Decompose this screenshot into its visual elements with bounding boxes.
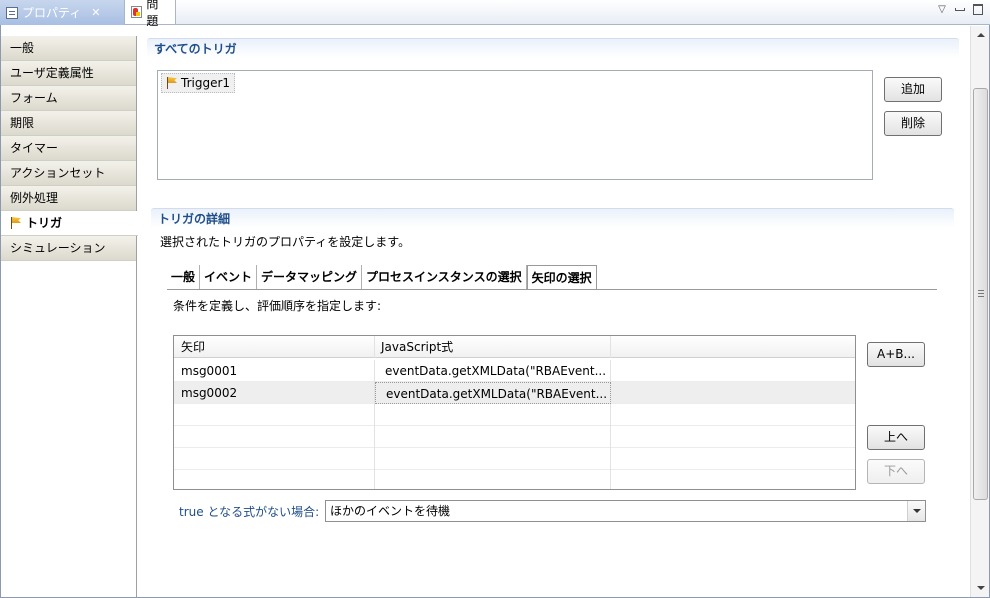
tab-underline [167,289,937,290]
sidebar-item-timer[interactable]: タイマー [1,136,136,161]
table-row-empty [174,404,855,426]
table-row[interactable]: msg0001 eventData.getXMLData("RBAEvent..… [174,360,855,382]
table-row[interactable]: msg0002 eventData.getXMLData("RBAEvent..… [174,382,855,404]
table-row-empty [174,426,855,448]
sidebar-item-label: トリガ [26,216,63,230]
detail-tabs: 一般 イベント データマッピング プロセスインスタンスの選択 矢印の選択 [167,265,597,290]
tab-properties[interactable]: プロパティ ✕ [0,0,125,25]
flag-icon [165,76,179,90]
table-row-empty [174,470,855,489]
minimize-icon[interactable] [954,3,966,15]
add-button[interactable]: 追加 [884,77,942,102]
no-true-expression-select[interactable]: ほかのイベントを待機 [325,500,926,522]
move-down-button[interactable]: 下へ [867,459,925,484]
sidebar-item-action-set[interactable]: アクションセット [1,161,136,186]
sidebar-item-simulation[interactable]: シミュレーション [1,236,136,261]
sidebar-item-form[interactable]: フォーム [1,86,136,111]
details-description: 選択されたトリガのプロパティを設定します。 [160,235,411,249]
tab-event[interactable]: イベント [200,265,258,290]
sidebar-item-user-attributes[interactable]: ユーザ定義属性 [1,61,136,86]
trigger-name: Trigger1 [181,76,231,90]
trigger-list[interactable]: Trigger1 [157,70,873,180]
close-icon[interactable]: ✕ [91,6,100,19]
sidebar-item-deadline[interactable]: 期限 [1,111,136,136]
table-header-row: 矢印 JavaScript式 [174,336,855,358]
section-header-all-triggers: すべてのトリガ [147,38,959,58]
arrow-table: 矢印 JavaScript式 msg0001 eventData.getXMLD… [173,335,856,490]
column-header-javascript[interactable]: JavaScript式 [375,336,611,358]
instructions-text: 条件を定義し、評価順序を指定します: [173,299,382,313]
problems-icon [131,6,143,18]
category-sidebar: 一般 ユーザ定義属性 フォーム 期限 タイマー アクションセット 例外処理 トリ… [1,36,138,597]
sidebar-item-trigger[interactable]: トリガ [1,211,138,236]
expression-cell[interactable]: eventData.getXMLData("RBAEvent... [375,382,611,404]
no-true-expression-label: true となる式がない場合: [179,505,320,519]
tab-general[interactable]: 一般 [167,265,201,290]
flag-icon [9,216,23,230]
tab-data-mapping[interactable]: データマッピング [257,265,363,290]
view-menu-icon[interactable]: ▽ [936,3,948,15]
tab-problems-label: 問題 [146,0,159,28]
sidebar-item-label: 一般 [10,41,35,55]
properties-icon [6,6,18,19]
scrollbar-thumb[interactable] [973,88,988,500]
move-up-button[interactable]: 上へ [867,425,925,450]
sidebar-item-label: シミュレーション [10,241,106,255]
table-row-empty [174,448,855,470]
tab-process-instance-select[interactable]: プロセスインスタンスの選択 [362,265,527,290]
sidebar-item-label: タイマー [10,141,59,155]
content-area: すべてのトリガ Trigger1 追加 削除 トリガの詳細 選択されたトリガのプ… [138,26,970,597]
sidebar-item-label: ユーザ定義属性 [10,66,94,80]
section-header-trigger-details: トリガの詳細 [151,208,954,228]
sidebar-item-general[interactable]: 一般 [1,36,136,61]
maximize-icon[interactable] [972,3,984,15]
expression-cell[interactable]: eventData.getXMLData("RBAEvent... [375,360,611,382]
view-tab-bar: プロパティ ✕ 問題 ▽ [0,0,990,28]
scroll-up-icon[interactable] [973,28,988,42]
view-controls: ▽ [936,3,984,15]
grip-icon [978,290,984,297]
expression-builder-button[interactable]: A+B... [867,342,925,367]
scroll-down-icon[interactable] [973,581,988,595]
select-value: ほかのイベントを待機 [330,504,451,518]
sidebar-item-label: 例外処理 [10,191,59,205]
empty-cell [611,382,855,404]
sidebar-item-label: 期限 [10,116,35,130]
empty-cell [611,360,855,382]
delete-button[interactable]: 削除 [884,111,942,136]
sidebar-item-label: フォーム [10,91,58,105]
column-header-empty [611,336,855,358]
vertical-scrollbar[interactable] [970,26,989,597]
tab-properties-label: プロパティ [22,6,82,20]
list-item[interactable]: Trigger1 [161,73,236,93]
tab-arrow-select[interactable]: 矢印の選択 [526,265,597,290]
arrow-cell: msg0002 [174,382,375,404]
sidebar-item-exception[interactable]: 例外処理 [1,186,136,211]
column-header-arrow[interactable]: 矢印 [174,336,375,358]
arrow-cell: msg0001 [174,360,375,382]
sidebar-item-label: アクションセット [10,166,106,180]
chevron-down-icon[interactable] [907,501,925,521]
tab-problems[interactable]: 問題 [124,0,176,28]
